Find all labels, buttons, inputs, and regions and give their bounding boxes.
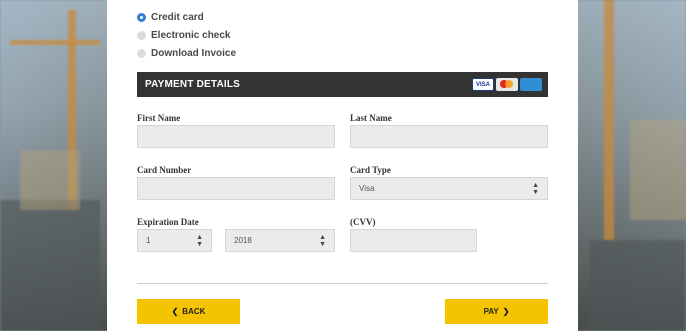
select-arrows-icon: ▲ ▼ — [196, 233, 203, 248]
payment-method-download-invoice[interactable]: Download Invoice — [137, 44, 236, 62]
chevron-right-icon: ❯ — [502, 307, 510, 316]
pay-button-label: PAY — [483, 307, 499, 316]
mastercard-logo-icon — [496, 78, 518, 91]
cvv-field[interactable] — [350, 229, 477, 252]
cvv-label: (CVV) — [350, 217, 376, 227]
payment-method-label: Download Invoice — [151, 47, 237, 59]
payment-method-label: Credit card — [151, 11, 204, 23]
pay-button[interactable]: PAY ❯ — [445, 299, 548, 324]
exp-year-select[interactable]: 2018 ▲ ▼ — [225, 229, 335, 252]
payment-method-label: Electronic check — [151, 29, 231, 41]
exp-month-value: 1 — [146, 236, 151, 245]
amex-logo-icon — [520, 78, 542, 91]
payment-method-group: Credit card Electronic check Download In… — [137, 8, 236, 62]
expiration-date-label: Expiration Date — [137, 217, 199, 227]
select-arrows-icon: ▲ ▼ — [319, 233, 326, 248]
payment-method-electronic-check[interactable]: Electronic check — [137, 26, 236, 44]
select-arrows-icon: ▲ ▼ — [532, 181, 539, 196]
payment-method-credit-card[interactable]: Credit card — [137, 8, 236, 26]
radio-selected-icon[interactable] — [137, 12, 146, 22]
payment-panel: Credit card Electronic check Download In… — [107, 0, 578, 331]
back-button-label: BACK — [182, 307, 206, 316]
chevron-left-icon: ❮ — [171, 307, 179, 316]
card-type-select[interactable]: Visa ▲ ▼ — [350, 177, 548, 200]
card-number-field[interactable] — [137, 177, 335, 200]
first-name-label: First Name — [137, 113, 181, 123]
card-number-label: Card Number — [137, 165, 192, 175]
radio-icon[interactable] — [137, 48, 146, 58]
card-type-label: Card Type — [350, 165, 391, 175]
last-name-field[interactable] — [350, 125, 548, 148]
payment-details-header: PAYMENT DETAILS VISA — [137, 72, 548, 97]
back-button[interactable]: ❮ BACK — [137, 299, 240, 324]
section-title: PAYMENT DETAILS — [145, 79, 241, 90]
exp-month-select[interactable]: 1 ▲ ▼ — [137, 229, 212, 252]
card-type-value: Visa — [359, 184, 375, 193]
divider — [137, 283, 548, 284]
first-name-field[interactable] — [137, 125, 335, 148]
last-name-label: Last Name — [350, 113, 392, 123]
exp-year-value: 2018 — [234, 236, 252, 245]
visa-logo-icon: VISA — [472, 78, 494, 91]
card-logos: VISA — [472, 78, 542, 91]
radio-icon[interactable] — [137, 30, 146, 40]
